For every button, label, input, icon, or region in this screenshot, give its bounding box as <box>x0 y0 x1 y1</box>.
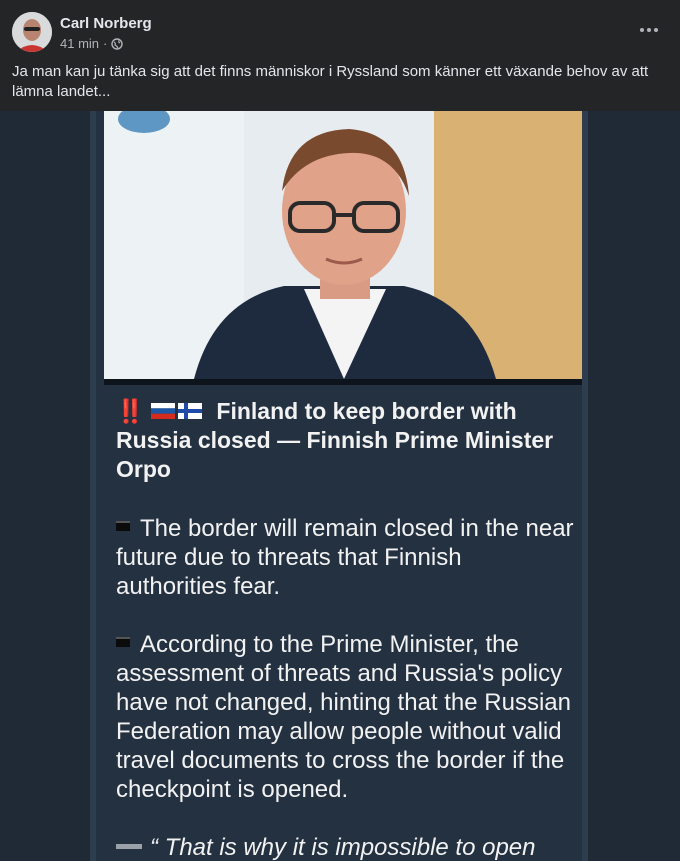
bullet-icon <box>116 520 130 531</box>
alert-icon: ‼️ <box>116 398 145 424</box>
paragraph-text: According to the Prime Minister, the ass… <box>116 631 571 803</box>
avatar[interactable] <box>12 12 52 52</box>
globe-icon <box>111 37 124 50</box>
russia-flag-icon <box>151 402 176 419</box>
post-image[interactable]: ‼️ Finland to keep border with Russia cl… <box>0 111 680 861</box>
paragraph-text: The border will remain closed in the nea… <box>116 515 574 600</box>
flags <box>151 402 203 419</box>
finland-flag-icon <box>178 402 203 419</box>
quote-text: “ That is why it is impossible to open <box>150 834 536 861</box>
news-paragraph-1: The border will remain closed in the nea… <box>116 514 576 601</box>
portrait-photo <box>104 111 582 379</box>
dash-icon <box>116 844 142 850</box>
post-time[interactable]: 41 min <box>60 36 99 51</box>
post-caption: Ja man kan ju tänka sig att det finns mä… <box>12 63 649 100</box>
more-options-icon[interactable] <box>638 20 660 40</box>
author-name[interactable]: Carl Norberg <box>60 15 152 32</box>
photo-divider <box>104 379 582 385</box>
news-card: ‼️ Finland to keep border with Russia cl… <box>90 111 588 861</box>
bullet-icon <box>116 636 130 647</box>
avatar-image <box>12 12 52 52</box>
post-meta: 41 min · <box>60 36 124 51</box>
news-quote: “ That is why it is impossible to open <box>116 833 576 861</box>
news-paragraph-2: According to the Prime Minister, the ass… <box>116 630 576 804</box>
news-headline: ‼️ Finland to keep border with Russia cl… <box>116 397 576 484</box>
meta-separator: · <box>103 36 108 51</box>
post-header: Carl Norberg 41 min · <box>0 0 680 64</box>
